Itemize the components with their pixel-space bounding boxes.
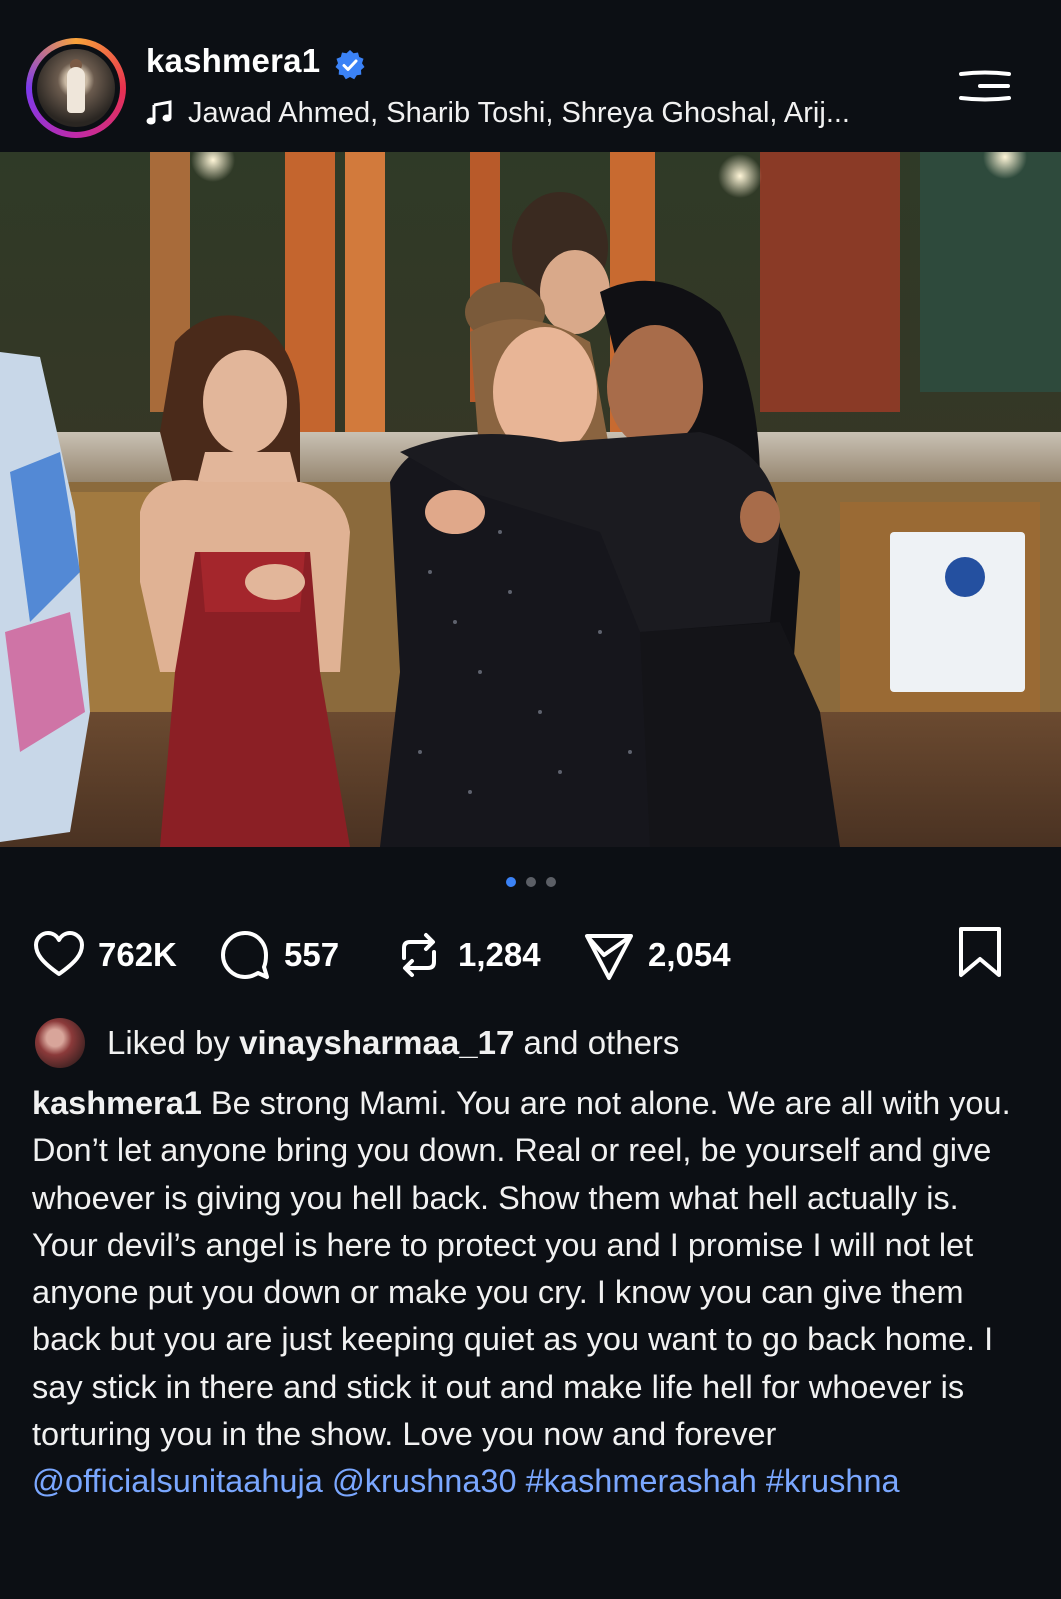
story-avatar[interactable] [26,38,126,138]
post-caption: kashmera1 Be strong Mami. You are not al… [32,1080,1022,1506]
caption-text: Be strong Mami. You are not alone. We ar… [32,1085,1011,1453]
share-count: 2,054 [648,936,731,973]
caption-mention[interactable]: @officialsunitaahuja [32,1463,323,1499]
post-photo[interactable] [0,152,1061,847]
music-text: Jawad Ahmed, Sharib Toshi, Shreya Ghosha… [188,96,850,129]
music-attribution[interactable]: Jawad Ahmed, Sharib Toshi, Shreya Ghosha… [146,95,850,131]
caption-hashtag[interactable]: #kashmerashah [526,1463,757,1499]
avatar [37,49,115,127]
bookmark-icon[interactable] [955,925,1005,979]
like-button[interactable]: 762K [32,925,177,985]
post-username[interactable]: kashmera1 [146,42,320,80]
heart-icon [34,931,84,976]
liked-by-avatar [35,1018,85,1068]
repost-icon [402,933,436,977]
caption-username[interactable]: kashmera1 [32,1085,202,1121]
liked-by-row[interactable]: Liked by vinaysharmaa_17 and others [35,1018,679,1068]
carousel-dot [505,877,516,887]
send-icon [585,934,633,980]
action-bar: 762K 557 1,284 2,054 [0,925,1061,985]
avatar-border [32,44,120,132]
comment-count: 557 [284,936,340,973]
repost-button[interactable]: 1,284 [392,925,541,985]
post-header: kashmera1 Jawad Ahmed, Sharib Toshi, Shr… [0,0,1061,155]
liked-by-text: Liked by vinaysharmaa_17 and others [107,1024,680,1061]
share-button[interactable]: 2,054 [582,925,731,985]
like-count: 762K [98,936,177,973]
menu-icon[interactable] [958,70,1012,102]
carousel-dot [525,877,536,887]
liked-by-user[interactable]: vinaysharmaa_17 [239,1024,514,1061]
music-note-icon [146,100,172,125]
comment-icon [221,931,269,979]
repost-count: 1,284 [458,936,541,973]
caption-hashtag[interactable]: #krushna [766,1463,900,1499]
carousel-indicator [0,877,1061,887]
caption-mention[interactable]: @krushna30 [332,1463,517,1499]
comment-button[interactable]: 557 [218,925,339,985]
carousel-dot [545,877,556,887]
verified-badge-icon [335,50,365,80]
